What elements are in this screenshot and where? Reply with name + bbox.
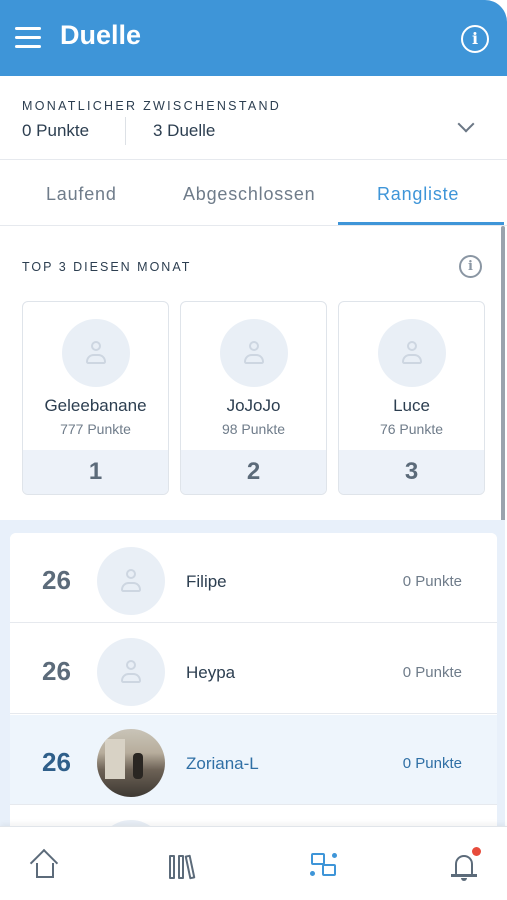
page-title: Duelle [60,20,142,50]
summary-points: 0 Punkte [22,121,90,140]
summary-divider [125,117,126,145]
app-header: Duelle i [0,0,507,76]
user-name: Heypa [186,663,236,682]
rank-number: 26 [42,656,71,686]
player-name: JoJoJo [226,396,281,415]
player-points: 98 Punkte [221,421,286,437]
notification-badge [472,847,481,856]
player-rank: 2 [181,450,326,494]
rank-number: 26 [42,747,71,777]
person-icon [242,341,266,365]
list-item-current-user[interactable]: 26 Zoriana-L 0 Punkte [10,715,497,805]
user-name: Filipe [186,572,227,591]
avatar [220,319,288,387]
bell-icon[interactable] [446,847,482,881]
person-icon [119,660,143,684]
top3-card-2[interactable]: JoJoJo 98 Punkte 2 [180,301,327,495]
list-item[interactable]: 26 Filipe 0 Punkte [10,533,497,623]
person-icon [400,341,424,365]
summary-label: MONATLICHER ZWISCHENSTAND [22,99,282,113]
rank-number: 26 [42,565,71,595]
avatar [62,319,130,387]
player-rank: 3 [339,450,484,494]
avatar [378,319,446,387]
duel-icon[interactable] [306,847,342,881]
top3-heading: TOP 3 DIESEN MONAT [22,260,192,274]
library-icon[interactable] [166,847,202,881]
tab-bar: Laufend Abgeschlossen Rangliste [0,160,507,226]
monthly-summary[interactable]: MONATLICHER ZWISCHENSTAND 0 Punkte 3 Due… [0,76,507,160]
player-name: Luce [393,396,430,415]
player-name: Geleebanane [44,396,147,415]
user-points: 0 Punkte [402,573,462,590]
avatar [97,638,165,706]
user-points: 0 Punkte [402,755,462,772]
avatar [97,547,165,615]
tab-rangliste[interactable]: Rangliste [377,184,459,205]
person-icon [84,341,108,365]
player-points: 777 Punkte [60,421,131,437]
tab-laufend[interactable]: Laufend [46,184,117,205]
summary-duels: 3 Duelle [153,121,216,140]
person-icon [119,569,143,593]
avatar-photo [97,729,165,797]
list-item[interactable] [10,806,497,826]
ranking-list[interactable]: 26 Filipe 0 Punkte 26 Heypa 0 Punkte 26 … [10,533,497,826]
top3-card-1[interactable]: Geleebanane 777 Punkte 1 [22,301,169,495]
list-item[interactable]: 26 Heypa 0 Punkte [10,624,497,714]
bottom-nav [0,826,507,900]
home-icon[interactable] [27,847,63,881]
active-tab-indicator [338,222,504,225]
top3-card-3[interactable]: Luce 76 Punkte 3 [338,301,485,495]
chevron-down-icon[interactable] [457,115,475,133]
info-icon[interactable]: i [461,25,489,53]
user-name: Zoriana-L [186,754,259,773]
menu-icon[interactable] [15,27,41,49]
user-points: 0 Punkte [402,664,462,681]
player-rank: 1 [23,450,168,494]
info-icon[interactable]: i [459,255,482,278]
player-points: 76 Punkte [379,421,444,437]
tab-abgeschlossen[interactable]: Abgeschlossen [183,184,315,205]
